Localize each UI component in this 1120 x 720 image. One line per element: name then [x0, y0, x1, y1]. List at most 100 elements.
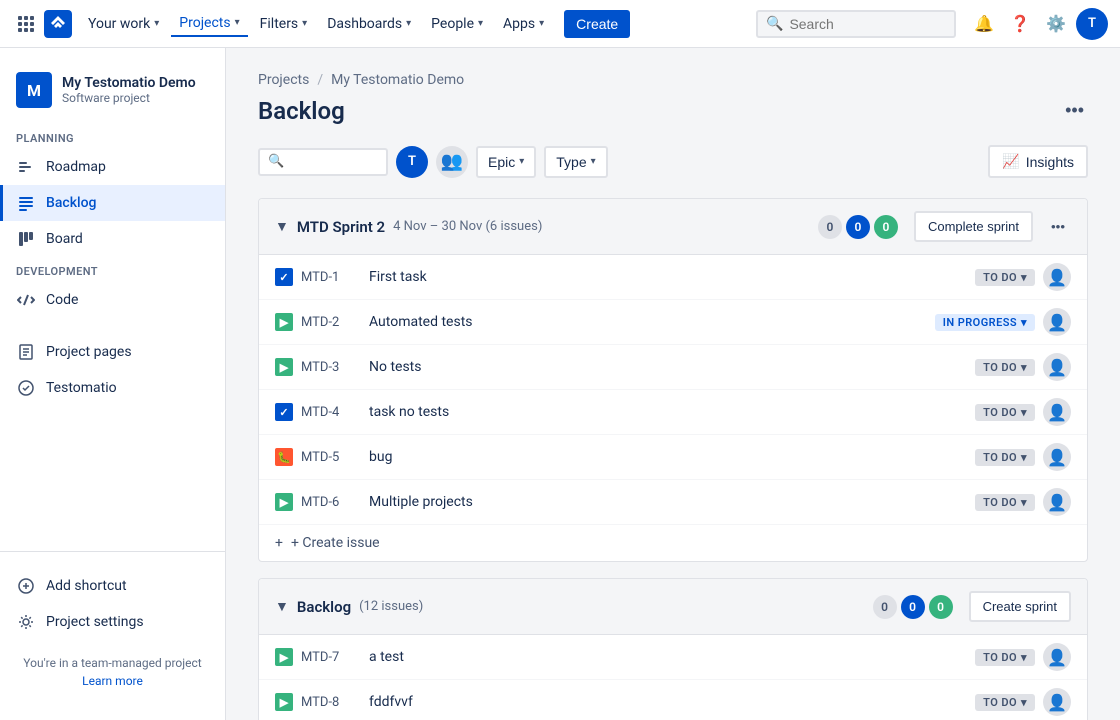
- issue-key[interactable]: MTD-2: [301, 315, 361, 330]
- backlog-search-input[interactable]: [290, 154, 378, 170]
- status-badge[interactable]: TO DO ▾: [975, 269, 1035, 286]
- issue-summary[interactable]: bug: [369, 449, 967, 465]
- status-badge[interactable]: TO DO ▾: [975, 494, 1035, 511]
- sidebar-item-board[interactable]: Board: [0, 221, 225, 257]
- badge-done: 0: [874, 215, 898, 239]
- create-sprint-button[interactable]: Create sprint: [969, 591, 1071, 622]
- help-button[interactable]: ❓: [1004, 8, 1036, 40]
- issue-summary[interactable]: fddfvvf: [369, 694, 967, 710]
- breadcrumb-projects[interactable]: Projects: [258, 72, 309, 88]
- backlog-search[interactable]: 🔍: [258, 148, 388, 176]
- more-icon: •••: [1065, 100, 1084, 120]
- chevron-down-icon: ▾: [539, 18, 544, 29]
- sprint-toggle-button[interactable]: ▼: [275, 218, 289, 235]
- sprint-dates: 4 Nov – 30 Nov (6 issues): [393, 219, 542, 234]
- issue-key[interactable]: MTD-7: [301, 650, 361, 665]
- issue-summary[interactable]: task no tests: [369, 404, 967, 420]
- issue-summary[interactable]: No tests: [369, 359, 967, 375]
- issue-key[interactable]: MTD-6: [301, 495, 361, 510]
- issue-type-story-icon: ▶: [275, 693, 293, 711]
- sidebar-item-roadmap[interactable]: Roadmap: [0, 149, 225, 185]
- issue-key[interactable]: MTD-3: [301, 360, 361, 375]
- roadmap-icon: [16, 157, 36, 177]
- breadcrumb-separator: /: [317, 72, 323, 88]
- apps-grid-button[interactable]: [12, 10, 40, 38]
- more-options-button[interactable]: •••: [1061, 96, 1088, 125]
- breadcrumb-project-name[interactable]: My Testomatio Demo: [331, 72, 464, 88]
- issue-type-bug-icon: 🐛: [275, 448, 293, 466]
- sidebar-item-add-shortcut[interactable]: Add shortcut: [0, 568, 225, 604]
- sidebar-label-add-shortcut: Add shortcut: [46, 578, 127, 594]
- nav-apps[interactable]: Apps ▾: [495, 12, 552, 36]
- sidebar-item-code[interactable]: Code: [0, 282, 225, 318]
- insights-button[interactable]: 📈 Insights: [988, 145, 1088, 178]
- issue-assignee: 👤: [1043, 308, 1071, 336]
- sidebar-item-project-pages[interactable]: Project pages: [0, 334, 225, 370]
- nav-your-work[interactable]: Your work ▾: [80, 12, 167, 36]
- sidebar-label-board: Board: [46, 231, 83, 247]
- backlog-icon: [16, 193, 36, 213]
- backlog-section: ▼ Backlog (12 issues) 0 0 0 Create sprin…: [258, 578, 1088, 720]
- user-filter-avatar[interactable]: T: [396, 146, 428, 178]
- backlog-issues-list: ▶ MTD-7 a test TO DO ▾ 👤 ▶ MTD-8 fddfvvf…: [259, 635, 1087, 720]
- bell-icon: 🔔: [974, 14, 994, 34]
- sidebar-label-project-pages: Project pages: [46, 344, 132, 360]
- issue-summary[interactable]: First task: [369, 269, 967, 285]
- issue-key[interactable]: MTD-4: [301, 405, 361, 420]
- issue-summary[interactable]: a test: [369, 649, 967, 665]
- user-avatar[interactable]: T: [1076, 8, 1108, 40]
- issue-key[interactable]: MTD-1: [301, 270, 361, 285]
- nav-filters[interactable]: Filters ▾: [252, 12, 316, 36]
- issue-key[interactable]: MTD-5: [301, 450, 361, 465]
- sidebar-item-backlog[interactable]: Backlog: [0, 185, 225, 221]
- sidebar-item-testomatio[interactable]: Testomatio: [0, 370, 225, 406]
- issue-key[interactable]: MTD-8: [301, 695, 361, 710]
- sprint-more-button[interactable]: •••: [1045, 215, 1071, 238]
- page-title: Backlog: [258, 97, 345, 125]
- nav-projects[interactable]: Projects ▾: [171, 11, 247, 37]
- nav-dashboards[interactable]: Dashboards ▾: [319, 12, 419, 36]
- testomatio-icon: [16, 378, 36, 398]
- learn-more-link[interactable]: Learn more: [16, 674, 209, 688]
- table-row: ✓ MTD-4 task no tests TO DO ▾ 👤: [259, 390, 1087, 435]
- status-badge[interactable]: IN PROGRESS ▾: [935, 314, 1035, 331]
- sprint-name: MTD Sprint 2: [297, 218, 385, 236]
- badge-todo: 0: [818, 215, 842, 239]
- table-row: ▶ MTD-6 Multiple projects TO DO ▾ 👤: [259, 480, 1087, 525]
- status-badge[interactable]: TO DO ▾: [975, 404, 1035, 421]
- issue-summary[interactable]: Multiple projects: [369, 494, 967, 510]
- group-filter-avatar[interactable]: 👥: [436, 146, 468, 178]
- jira-logo[interactable]: [44, 10, 72, 38]
- sidebar-label-project-settings: Project settings: [46, 614, 144, 630]
- header-actions: •••: [1061, 96, 1088, 125]
- settings-button[interactable]: ⚙️: [1040, 8, 1072, 40]
- nav-people[interactable]: People ▾: [423, 12, 491, 36]
- help-icon: ❓: [1010, 14, 1030, 34]
- notifications-button[interactable]: 🔔: [968, 8, 1000, 40]
- project-name: My Testomatio Demo: [62, 75, 196, 91]
- search-box[interactable]: 🔍: [756, 10, 956, 38]
- create-button[interactable]: Create: [564, 10, 630, 38]
- sprint-issues-list: ✓ MTD-1 First task TO DO ▾ 👤 ▶ MTD-2 Aut…: [259, 255, 1087, 525]
- search-input[interactable]: [789, 16, 946, 32]
- sidebar-label-testomatio: Testomatio: [46, 380, 117, 396]
- chart-icon: 📈: [1002, 153, 1019, 170]
- epic-filter-button[interactable]: Epic ▾: [476, 146, 536, 178]
- top-nav: Your work ▾ Projects ▾ Filters ▾ Dashboa…: [0, 0, 1120, 48]
- chevron-down-icon: ▾: [478, 18, 483, 29]
- create-issue-button[interactable]: + + Create issue: [259, 525, 1087, 561]
- chevron-down-icon: ▾: [406, 18, 411, 29]
- backlog-toggle-button[interactable]: ▼: [275, 598, 289, 615]
- sidebar-item-project-settings[interactable]: Project settings: [0, 604, 225, 640]
- main-inner: Projects / My Testomatio Demo Backlog ••…: [226, 48, 1120, 720]
- complete-sprint-button[interactable]: Complete sprint: [914, 211, 1033, 242]
- issue-assignee: 👤: [1043, 688, 1071, 716]
- status-badge[interactable]: TO DO ▾: [975, 694, 1035, 711]
- sprint-badges: 0 0 0: [818, 215, 898, 239]
- status-badge[interactable]: TO DO ▾: [975, 359, 1035, 376]
- status-badge[interactable]: TO DO ▾: [975, 449, 1035, 466]
- issue-summary[interactable]: Automated tests: [369, 314, 927, 330]
- type-filter-button[interactable]: Type ▾: [544, 146, 607, 178]
- status-badge[interactable]: TO DO ▾: [975, 649, 1035, 666]
- filter-bar: 🔍 T 👥 Epic ▾ Type ▾ 📈 Insights: [258, 145, 1088, 178]
